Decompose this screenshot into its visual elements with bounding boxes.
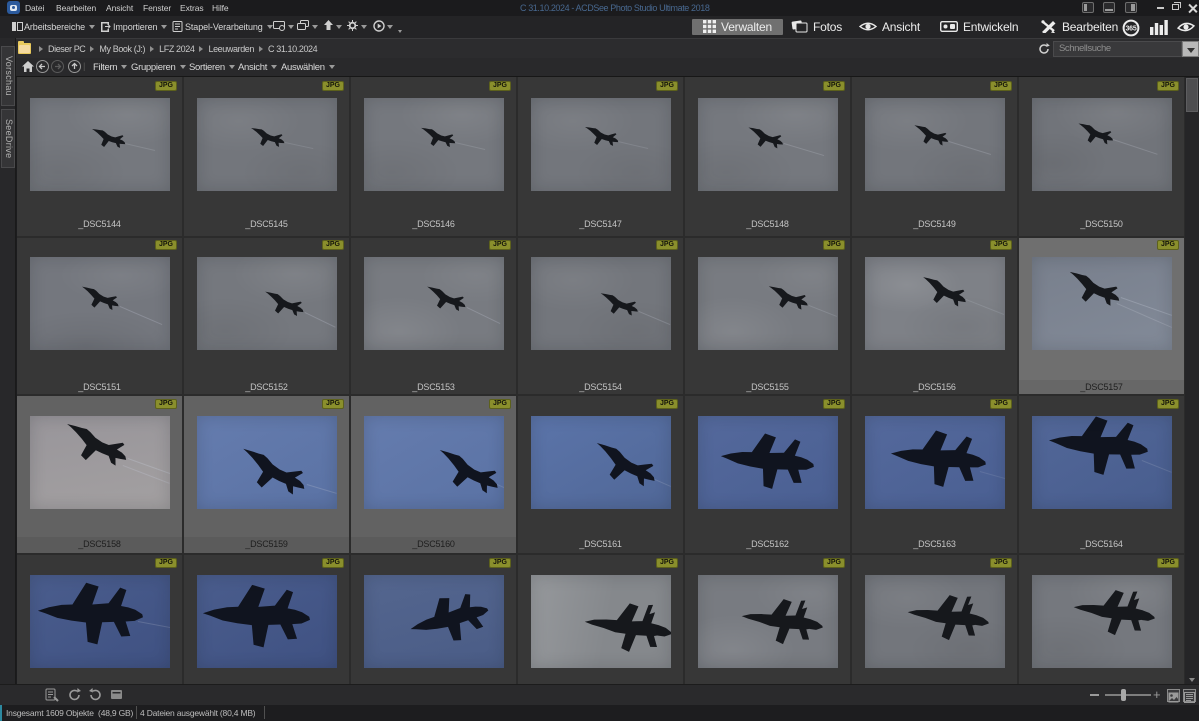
svg-text:365: 365 bbox=[1125, 26, 1136, 33]
